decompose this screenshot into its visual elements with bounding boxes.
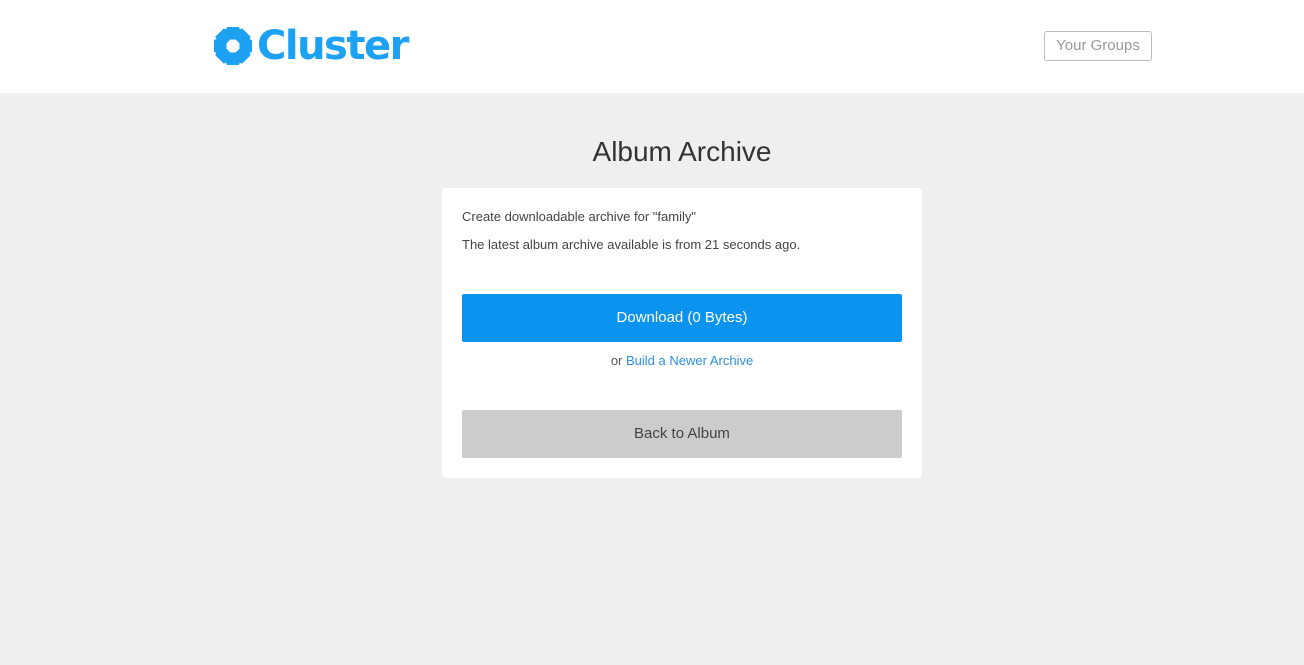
build-archive-row: or Build a Newer Archive (462, 352, 902, 370)
archive-card: Create downloadable archive for "family"… (442, 188, 922, 478)
latest-archive-text: The latest album archive available is fr… (462, 237, 801, 252)
download-button[interactable]: Download (0 Bytes) (462, 294, 902, 342)
cluster-logo[interactable]: Cluster (211, 22, 409, 70)
your-groups-button[interactable]: Your Groups (1044, 31, 1152, 61)
cluster-flower-icon (214, 27, 252, 65)
back-to-album-button[interactable]: Back to Album (462, 410, 902, 458)
page-title: Album Archive (592, 136, 772, 167)
logo-wordmark: Cluster (257, 23, 409, 69)
build-newer-archive-link[interactable]: Build a Newer Archive (626, 353, 753, 368)
or-text: or (610, 353, 623, 368)
top-header: Cluster Your Groups (0, 0, 1304, 93)
archive-for-text: Create downloadable archive for "family" (462, 209, 696, 224)
